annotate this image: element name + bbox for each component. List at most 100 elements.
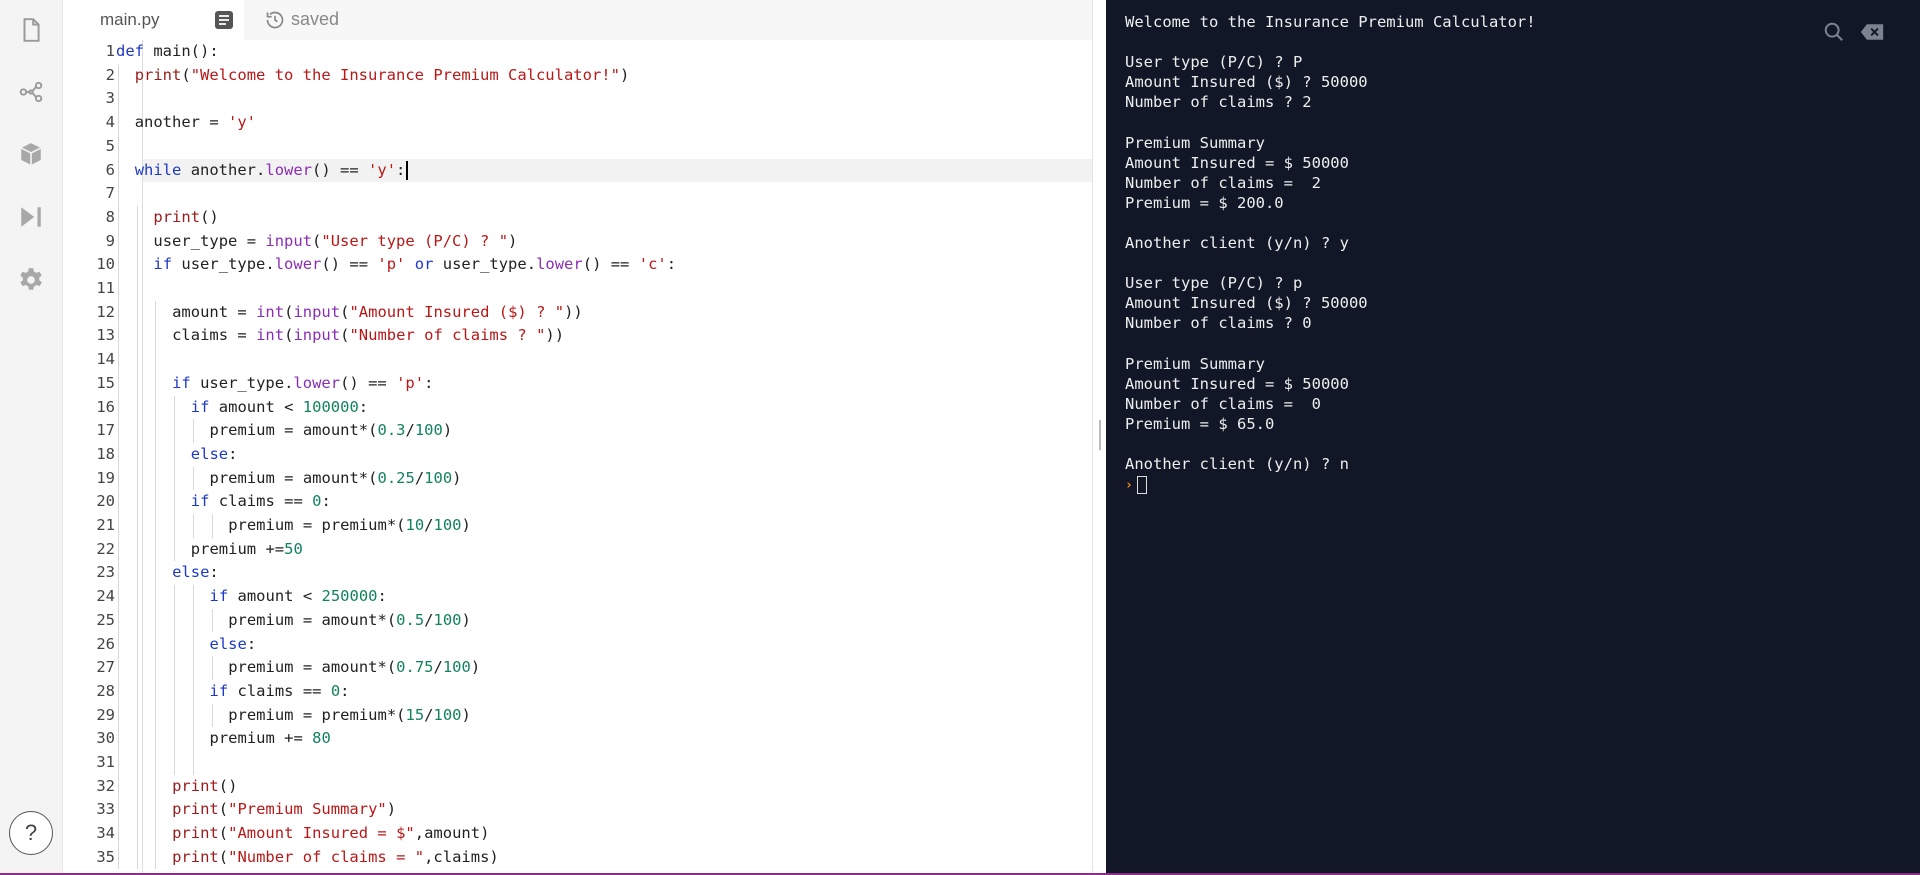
code-line[interactable]: amount = int(input("Amount Insured ($) ?… bbox=[172, 301, 583, 325]
code-line[interactable]: while another.lower() == 'y': bbox=[135, 159, 409, 183]
console-prompt[interactable]: › bbox=[1125, 474, 1885, 494]
indent-guide bbox=[155, 300, 157, 870]
line-number: 22 bbox=[96, 539, 115, 558]
indent-guide bbox=[192, 466, 194, 491]
indent-guide bbox=[136, 205, 138, 870]
console-line: Number of claims = 0 bbox=[1125, 394, 1321, 413]
prompt-symbol: › bbox=[1125, 478, 1133, 494]
console-line: Amount Insured ($) ? 50000 bbox=[1125, 73, 1368, 92]
code-line[interactable]: if user_type.lower() == 'p': bbox=[172, 372, 433, 396]
code-line[interactable]: if amount < 100000: bbox=[191, 396, 368, 420]
line-number: 11 bbox=[96, 279, 115, 297]
line-number: 10 bbox=[96, 255, 115, 274]
code-line[interactable]: premium = amount*(0.25/100) bbox=[210, 467, 462, 491]
code-line[interactable]: if amount < 250000: bbox=[210, 585, 387, 609]
sidebar: ? bbox=[0, 0, 63, 873]
console-line: Premium = $ 200.0 bbox=[1125, 193, 1284, 212]
line-number: 27 bbox=[96, 658, 115, 677]
package-icon[interactable] bbox=[17, 140, 45, 168]
console-line: Premium = $ 65.0 bbox=[1125, 414, 1275, 433]
code-line[interactable]: print("Premium Summary") bbox=[172, 798, 396, 822]
code-line[interactable]: user_type = input("User type (P/C) ? ") bbox=[153, 230, 517, 254]
console-line: Number of claims ? 2 bbox=[1125, 93, 1312, 112]
tab-bar: main.py saved bbox=[64, 0, 1092, 40]
console-line: Welcome to the Insurance Premium Calcula… bbox=[1125, 13, 1536, 31]
console-line: User type (P/C) ? P bbox=[1125, 53, 1303, 72]
line-number: 9 bbox=[105, 231, 115, 250]
code-line[interactable]: def main(): bbox=[116, 40, 219, 64]
splitter-handle[interactable] bbox=[1099, 420, 1101, 450]
text-cursor bbox=[406, 160, 409, 180]
line-number: 17 bbox=[96, 421, 115, 440]
line-number: 35 bbox=[96, 847, 115, 866]
line-number: 5 bbox=[105, 136, 115, 155]
indent-guide bbox=[211, 514, 213, 538]
line-number: 14 bbox=[96, 350, 115, 369]
terminal-cursor bbox=[1136, 475, 1147, 494]
indent-guide bbox=[174, 585, 176, 775]
code-area[interactable]: 1 2 3 4 5 6 7 8 9 10 11 12 13 14 15 16 17 18 19 20 21 22 23 24 2… bbox=[64, 40, 1092, 873]
console-line: Another client (y/n) ? y bbox=[1125, 234, 1349, 253]
indent-guide bbox=[211, 608, 213, 633]
console-line: Amount Insured = $ 50000 bbox=[1125, 153, 1349, 172]
history-icon bbox=[266, 11, 284, 28]
code-line[interactable]: if user_type.lower() == 'p' or user_type… bbox=[153, 253, 676, 277]
line-number: 20 bbox=[96, 492, 115, 511]
code-line[interactable]: premium = premium*(10/100) bbox=[228, 514, 471, 538]
tab-main-py[interactable]: main.py bbox=[64, 0, 244, 40]
code-line[interactable]: premium = premium*(15/100) bbox=[228, 704, 471, 728]
code-line[interactable]: else: bbox=[191, 443, 238, 467]
document-lines-icon[interactable] bbox=[214, 10, 234, 30]
code-line[interactable]: print() bbox=[172, 775, 237, 799]
code-line[interactable]: print() bbox=[153, 206, 218, 230]
line-number: 16 bbox=[96, 397, 115, 416]
line-number: 30 bbox=[96, 729, 115, 748]
line-number: 19 bbox=[96, 468, 115, 487]
code-line[interactable]: else: bbox=[172, 561, 219, 585]
line-number: 28 bbox=[96, 681, 115, 700]
line-number: 33 bbox=[96, 800, 115, 819]
line-number: 7 bbox=[105, 184, 115, 203]
code-line[interactable]: claims = int(input("Number of claims ? "… bbox=[172, 324, 564, 348]
file-icon[interactable] bbox=[17, 16, 45, 44]
share-icon[interactable] bbox=[17, 78, 45, 106]
code-line[interactable]: print("Welcome to the Insurance Premium … bbox=[135, 64, 630, 88]
indent-guide bbox=[192, 419, 194, 443]
console-output: Welcome to the Insurance Premium Calcula… bbox=[1125, 12, 1885, 494]
indent-guide bbox=[211, 656, 213, 680]
code-line[interactable]: premium = amount*(0.75/100) bbox=[228, 656, 480, 680]
line-number: 2 bbox=[105, 65, 115, 84]
console-line: Premium Summary bbox=[1125, 133, 1265, 152]
code-line[interactable]: premium = amount*(0.5/100) bbox=[228, 609, 471, 633]
code-line[interactable]: premium +=50 bbox=[191, 538, 303, 562]
line-number: 15 bbox=[96, 373, 115, 392]
line-number: 23 bbox=[96, 563, 115, 582]
code-line[interactable]: premium += 80 bbox=[210, 727, 331, 751]
console-line: Premium Summary bbox=[1125, 354, 1265, 373]
line-number: 31 bbox=[96, 753, 115, 771]
line-number: 34 bbox=[96, 824, 115, 843]
save-status-label: saved bbox=[291, 9, 340, 29]
code-editor: main.py saved 1 2 3 4 5 6 7 8 9 10 11 12 13 14 15 16 17 1… bbox=[64, 0, 1140, 873]
console-line: Amount Insured = $ 50000 bbox=[1125, 374, 1349, 393]
code-line[interactable]: print("Amount Insured = $",amount) bbox=[172, 822, 489, 846]
code-line[interactable]: print("Number of claims = ",claims) bbox=[172, 846, 499, 870]
code-line[interactable]: if claims == 0: bbox=[191, 490, 331, 514]
line-number: 25 bbox=[96, 610, 115, 629]
indent-guide bbox=[192, 585, 194, 775]
tab-label[interactable]: main.py bbox=[100, 10, 160, 30]
line-number: 24 bbox=[96, 587, 115, 606]
settings-icon[interactable] bbox=[17, 266, 45, 294]
code-line[interactable]: if claims == 0: bbox=[210, 680, 350, 704]
code-line[interactable]: premium = amount*(0.3/100) bbox=[210, 419, 453, 443]
help-button[interactable]: ? bbox=[9, 811, 53, 855]
console-panel[interactable]: Welcome to the Insurance Premium Calcula… bbox=[1106, 0, 1920, 873]
code-line[interactable]: another = 'y' bbox=[135, 111, 256, 135]
code-line[interactable]: else: bbox=[210, 633, 257, 657]
pane-splitter[interactable] bbox=[1092, 0, 1106, 873]
run-icon[interactable] bbox=[17, 203, 45, 231]
